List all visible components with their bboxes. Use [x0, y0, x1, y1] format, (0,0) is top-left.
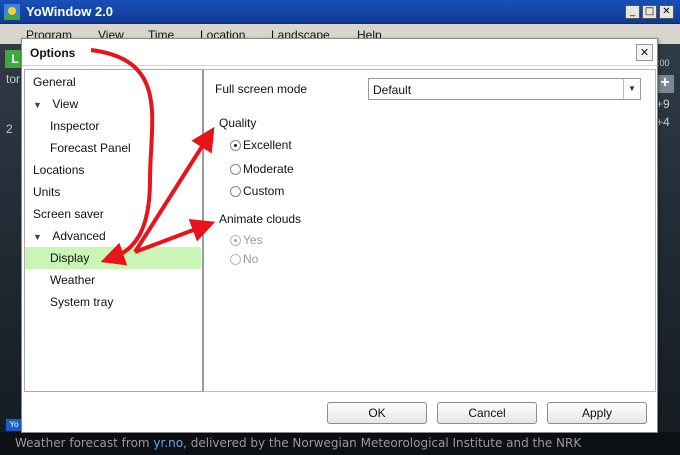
- radio-unchecked-icon[interactable]: [230, 253, 241, 265]
- quality-label: Quality: [219, 116, 257, 130]
- radio-label: Moderate: [243, 162, 294, 176]
- dialog-footer: OK Cancel Apply: [22, 394, 657, 432]
- tree-item-label: Units: [33, 185, 61, 199]
- tree-item-label: General: [33, 75, 76, 89]
- tree-item-label: Advanced: [52, 229, 106, 243]
- close-window-button[interactable]: ✕: [659, 5, 674, 19]
- chevron-down-icon[interactable]: ▼: [623, 79, 640, 99]
- full-screen-mode-select[interactable]: Default ▼: [368, 78, 641, 100]
- tree-item-label: System tray: [50, 295, 114, 309]
- side-text-left-2: 2: [6, 122, 13, 136]
- app-title: YoWindow 2.0: [26, 4, 114, 19]
- animate-clouds-label: Animate clouds: [219, 212, 302, 226]
- side-text-left-1: tor: [6, 72, 21, 86]
- status-text: Weather forecast from yr.no, delivered b…: [15, 436, 581, 450]
- options-tree: General ▼ View Inspector Forecast Panel …: [24, 69, 204, 392]
- full-screen-mode-value: Default: [373, 83, 412, 97]
- quality-excellent-radio[interactable]: Excellent: [230, 137, 292, 153]
- tree-item-screen-saver[interactable]: Screen saver: [25, 203, 201, 225]
- quality-custom-radio[interactable]: Custom: [230, 183, 284, 199]
- radio-unchecked-icon[interactable]: [230, 163, 241, 175]
- tree-item-label: View: [52, 97, 79, 111]
- close-dialog-button[interactable]: ✕: [636, 44, 653, 61]
- options-dialog: Options ✕ General ▼ View Inspector Forec…: [21, 38, 658, 433]
- status-link[interactable]: yr.no: [153, 436, 183, 450]
- expander-icon[interactable]: ▼: [33, 94, 45, 116]
- app-titlebar: YoWindow 2.0 _ □ ✕: [0, 0, 680, 24]
- minimize-button[interactable]: _: [625, 5, 640, 19]
- side-text-right-2: +9: [656, 97, 670, 111]
- radio-label: Yes: [243, 233, 263, 247]
- maximize-button[interactable]: □: [642, 5, 657, 19]
- tree-item-weather[interactable]: Weather: [25, 269, 201, 291]
- radio-label: No: [243, 252, 259, 266]
- cancel-button[interactable]: Cancel: [437, 402, 537, 424]
- window-controls: _ □ ✕: [625, 5, 674, 19]
- quality-moderate-radio[interactable]: Moderate: [230, 161, 294, 177]
- tree-item-label: Screen saver: [33, 207, 104, 221]
- dialog-header: Options ✕: [22, 39, 657, 66]
- radio-checked-icon[interactable]: [230, 139, 241, 151]
- tree-item-label: Display: [50, 251, 90, 265]
- expander-icon[interactable]: ▼: [33, 226, 45, 248]
- tree-item-view[interactable]: ▼ View: [25, 93, 201, 115]
- status-prefix: Weather forecast from: [15, 436, 154, 450]
- yo-tag: Yo: [6, 419, 22, 431]
- radio-label: Custom: [243, 184, 285, 198]
- side-text-right-3: +4: [656, 115, 670, 129]
- tree-item-label: Weather: [50, 273, 96, 287]
- tree-item-locations[interactable]: Locations: [25, 159, 201, 181]
- tree-item-system-tray[interactable]: System tray: [25, 291, 201, 313]
- tree-item-label: Forecast Panel: [50, 141, 131, 155]
- animate-clouds-yes-radio[interactable]: Yes: [230, 232, 263, 248]
- side-text-right-1: :00: [657, 58, 670, 68]
- radio-checked-icon[interactable]: [230, 234, 241, 246]
- tree-item-label: Locations: [33, 163, 85, 177]
- add-location-button[interactable]: +: [656, 75, 674, 93]
- dialog-title: Options: [30, 46, 76, 60]
- tree-item-forecast-panel[interactable]: Forecast Panel: [25, 137, 201, 159]
- tree-item-inspector[interactable]: Inspector: [25, 115, 201, 137]
- tree-item-advanced[interactable]: ▼ Advanced: [25, 225, 201, 247]
- display-settings-panel: [204, 69, 656, 392]
- full-screen-mode-label: Full screen mode: [215, 82, 308, 96]
- tree-item-label: Inspector: [50, 119, 100, 133]
- tree-item-units[interactable]: Units: [25, 181, 201, 203]
- ok-button[interactable]: OK: [327, 402, 427, 424]
- yowindow-logo-icon: [4, 4, 20, 20]
- animate-clouds-no-radio[interactable]: No: [230, 251, 258, 267]
- radio-unchecked-icon[interactable]: [230, 185, 241, 197]
- tree-item-general[interactable]: General: [25, 71, 201, 93]
- status-suffix: , delivered by the Norwegian Meteorologi…: [183, 436, 582, 450]
- tree-item-display[interactable]: Display: [25, 247, 201, 269]
- apply-button[interactable]: Apply: [547, 402, 647, 424]
- radio-label: Excellent: [243, 138, 292, 152]
